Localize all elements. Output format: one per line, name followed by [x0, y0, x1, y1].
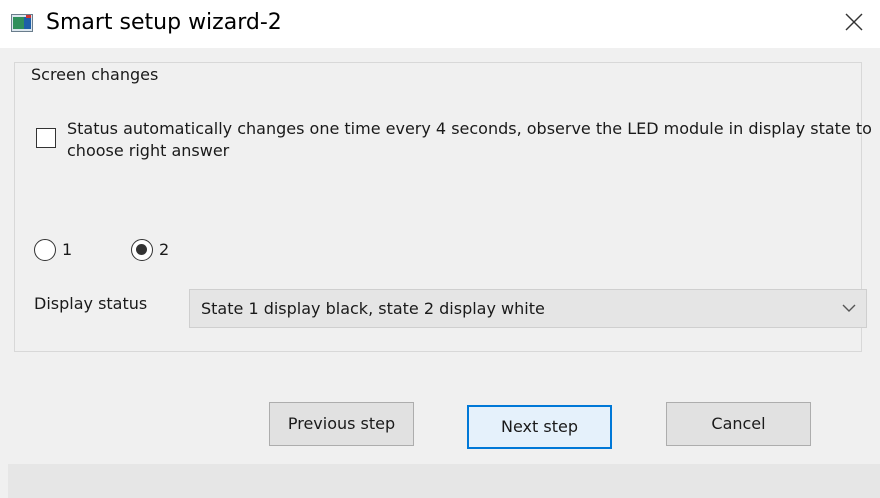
display-status-dropdown[interactable]: State 1 display black, state 2 display w…	[189, 289, 867, 328]
wizard-app-icon	[11, 14, 33, 32]
title-bar: Smart setup wizard-2	[0, 0, 880, 48]
auto-change-checkbox[interactable]	[36, 128, 56, 148]
radio-option-1[interactable]	[34, 239, 56, 261]
radio-option-2-label: 2	[159, 240, 170, 259]
chevron-down-icon	[842, 304, 856, 312]
dialog-footer-band	[8, 464, 880, 498]
close-x-icon	[845, 13, 863, 31]
window-title: Smart setup wizard-2	[46, 10, 282, 35]
radio-selected-dot	[136, 244, 147, 255]
display-status-label: Display status	[34, 294, 148, 313]
close-button[interactable]	[828, 0, 880, 46]
group-title: Screen changes	[28, 65, 162, 85]
radio-option-1-label: 1	[62, 240, 73, 259]
cancel-button[interactable]: Cancel	[666, 402, 811, 446]
wizard-window: Smart setup wizard-2 Screen changes Stat…	[0, 0, 880, 498]
next-step-button[interactable]: Next step	[467, 405, 612, 449]
previous-step-button[interactable]: Previous step	[269, 402, 414, 446]
display-status-value: State 1 display black, state 2 display w…	[201, 299, 545, 318]
radio-option-2[interactable]	[131, 239, 153, 261]
auto-change-checkbox-label: Status automatically changes one time ev…	[67, 119, 872, 160]
